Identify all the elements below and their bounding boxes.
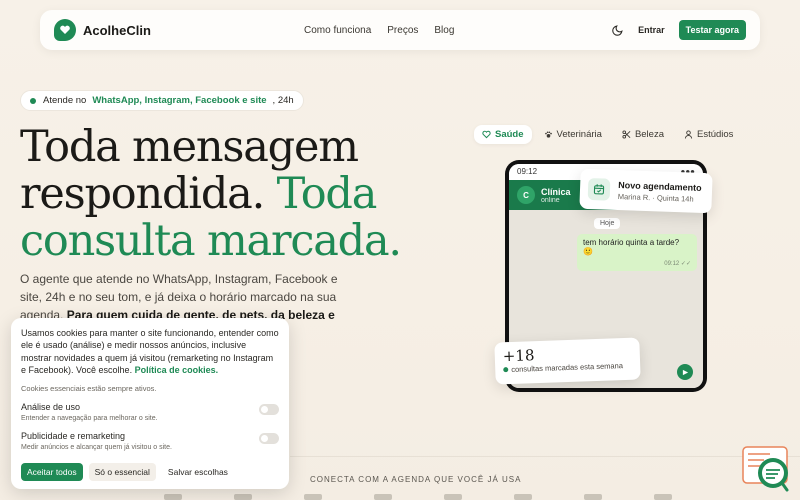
chat-contact-name: Clínica (541, 186, 571, 197)
cookie-policy-link[interactable]: Política de cookies. (135, 365, 219, 375)
phone-time: 09:12 (517, 167, 538, 176)
heart-icon (482, 130, 491, 138)
chat-status: online (541, 196, 560, 204)
cookie-text-block: Usamos cookies para manter o site funcio… (21, 327, 279, 377)
hero-line-2: respondida. (20, 169, 265, 219)
tab-saude-label: Saúde (495, 128, 524, 140)
connect-heading: CONECTA COM A AGENDA QUE VOCÊ JÁ USA (310, 475, 522, 484)
calendar-icon (587, 177, 611, 201)
nav-actions: Entrar Testar agora (610, 20, 746, 40)
hero-line-1: Toda mensagem (20, 122, 359, 172)
channels-badge: Atende no WhatsApp, Instagram, Facebook … (20, 90, 304, 111)
cookie-actions: Aceitar todos Só o essencial Salvar esco… (21, 462, 279, 481)
nav-link-como-funciona[interactable]: Como funciona (304, 25, 371, 36)
scissors-icon (622, 129, 631, 139)
tab-beleza-label: Beleza (634, 128, 664, 140)
accept-all-button[interactable]: Aceitar todos (21, 462, 83, 481)
partner-logo (304, 494, 322, 500)
chat-message: tem horário quinta a tarde? 🙂 09:12 ✓✓ (577, 234, 697, 271)
cookie-essential-note: Cookies essenciais estão sempre ativos. (21, 383, 157, 393)
status-dot-icon (30, 97, 36, 104)
cookie-option-ads: Publicidade e remarketing Medir anúncios… (21, 431, 279, 451)
partner-logo (584, 494, 602, 500)
badge-channels: WhatsApp, Instagram, Facebook e site (92, 95, 267, 106)
segment-tabs: Saúde Veterinária Beleza Estúdios (474, 122, 741, 146)
chat-widget-icon[interactable] (742, 446, 790, 492)
partner-logo (654, 494, 672, 500)
hero-title: Toda mensagem respondida. Toda consulta … (20, 124, 420, 265)
tab-estudios-label: Estúdios (697, 128, 734, 140)
paw-icon (544, 130, 552, 138)
essential-only-button[interactable]: Só o essencial (88, 462, 156, 481)
tab-beleza[interactable]: Beleza (614, 125, 672, 144)
avatar: C (517, 186, 535, 204)
chat-message-time: 09:12 ✓✓ (664, 261, 691, 267)
nav-link-blog[interactable]: Blog (434, 25, 454, 36)
section-divider (290, 456, 800, 457)
partner-logo (514, 494, 532, 500)
partner-logo (444, 494, 462, 500)
dark-mode-icon[interactable] (610, 23, 624, 37)
tab-estudios[interactable]: Estúdios (676, 125, 741, 144)
partner-logos (164, 494, 672, 500)
hero-accent-2: consulta marcada. (20, 216, 402, 266)
login-link[interactable]: Entrar (638, 25, 665, 35)
stat-dot-icon (503, 367, 509, 373)
brand-name[interactable]: AcolheClin (83, 23, 151, 38)
send-icon[interactable] (677, 364, 693, 380)
chat-message-text: tem horário quinta a tarde? 🙂 (583, 238, 680, 256)
tab-veterinaria[interactable]: Veterinária (536, 125, 610, 144)
tab-saude[interactable]: Saúde (474, 124, 532, 144)
analytics-title: Análise de uso (21, 401, 81, 412)
save-choices-button[interactable]: Salvar escolhas (162, 463, 234, 481)
badge-suffix: , 24h (272, 95, 294, 106)
top-navigation: AcolheClin Como funciona Preços Blog Ent… (40, 10, 760, 50)
hero-accent-1: Toda (276, 169, 378, 219)
analytics-description: Entender a navegação para melhorar o sit… (21, 414, 158, 422)
badge-prefix: Atende no (43, 95, 87, 106)
partner-logo (374, 494, 392, 500)
cookie-option-analytics: Análise de uso Entender a navegação para… (21, 402, 279, 422)
stats-card: +18 consultas marcadas esta semana (494, 337, 641, 385)
nav-link-precos[interactable]: Preços (387, 25, 418, 36)
tab-veterinaria-label: Veterinária (556, 128, 602, 140)
cookie-banner: Usamos cookies para manter o site funcio… (11, 318, 289, 489)
notification-subtitle: Marina R. · Quinta 14h (617, 191, 694, 204)
new-appointment-card: Novo agendamento Marina R. · Quinta 14h (579, 168, 713, 214)
ads-description: Medir anúncios e alcançar quem já visito… (21, 443, 172, 451)
partner-logo (164, 494, 182, 500)
ads-toggle[interactable] (259, 432, 279, 444)
partner-logo (234, 494, 252, 500)
nav-links: Como funciona Preços Blog (304, 25, 454, 36)
ads-title: Publicidade e remarketing (21, 430, 126, 441)
notification-title: Novo agendamento (618, 179, 702, 193)
analytics-toggle[interactable] (259, 403, 279, 415)
person-icon (684, 129, 693, 139)
logo-icon (54, 19, 76, 41)
try-now-button[interactable]: Testar agora (678, 20, 746, 40)
date-separator: Hoje (594, 218, 621, 229)
